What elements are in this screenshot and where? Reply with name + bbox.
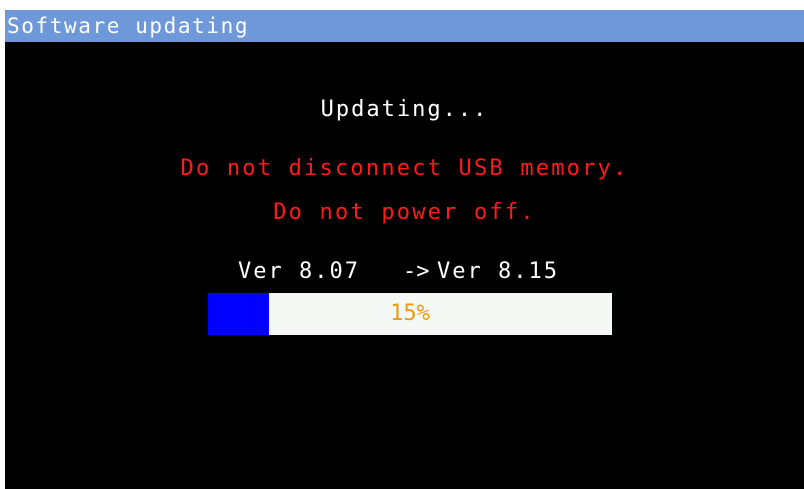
update-panel: Software updating Updating... Do not dis… [5, 10, 804, 489]
window-title: Software updating [7, 14, 250, 38]
current-version: Ver 8.07 [238, 259, 360, 284]
progress-percent: 15% [390, 301, 430, 326]
version-info: Ver 8.07 -> Ver 8.15 [5, 258, 804, 286]
version-arrow: -> [403, 259, 430, 284]
device-screen: Software updating Updating... Do not dis… [0, 0, 804, 489]
progress-bar: 15% [208, 293, 612, 335]
warning-usb-text: Do not disconnect USB memory. [180, 156, 629, 181]
title-bar: Software updating [5, 10, 804, 42]
warning-power-text: Do not power off. [273, 200, 536, 225]
update-status-text: Updating... [320, 97, 489, 122]
target-version: Ver 8.15 [437, 259, 559, 284]
